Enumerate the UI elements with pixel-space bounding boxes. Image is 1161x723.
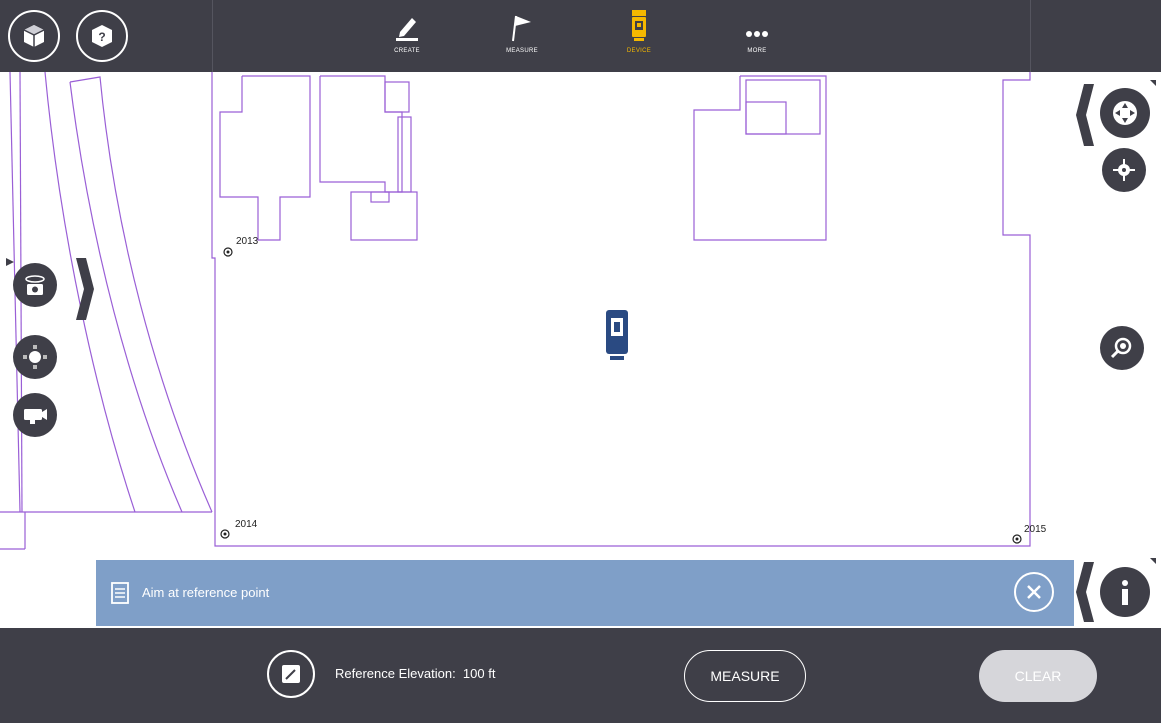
cube-view-icon [23, 25, 45, 47]
info-icon [1122, 580, 1128, 605]
help-button[interactable]: ? [76, 10, 128, 62]
pencil-icon [396, 18, 418, 41]
tool-more[interactable]: MORE [717, 6, 797, 66]
info-button[interactable] [1100, 567, 1150, 617]
toolbar-divider [1030, 0, 1031, 72]
tool-device[interactable]: DEVICE [599, 6, 679, 66]
target-icon [23, 345, 47, 369]
elevation-edit-icon [282, 665, 300, 683]
svg-text:?: ? [98, 30, 105, 44]
chevron-left-icon [1076, 84, 1094, 146]
video-camera-icon [24, 409, 47, 424]
chevron-right-icon [76, 258, 94, 320]
tool-measure[interactable]: MEASURE [482, 6, 562, 66]
tool-create-label: CREATE [394, 48, 420, 54]
more-dots-icon [746, 31, 768, 37]
right-panel-collapse[interactable] [1074, 80, 1096, 150]
measure-button[interactable]: MEASURE [684, 650, 806, 702]
info-corner-marker [1150, 558, 1156, 564]
instruction-banner: Aim at reference point [96, 560, 1074, 626]
top-toolbar: ? CREATE MEASURE DEVICE MORE [0, 0, 1161, 72]
center-icon [1113, 159, 1135, 181]
pan-corner-marker [1150, 80, 1156, 86]
camera-360-icon [25, 275, 45, 295]
toolbar-divider [212, 0, 213, 72]
target-button[interactable] [13, 335, 57, 379]
center-button[interactable] [1102, 148, 1146, 192]
close-icon [1027, 585, 1041, 599]
site-plan-linework [0, 72, 1031, 550]
bottom-action-bar: Reference Elevation: 100 ft MEASURE CLEA… [0, 628, 1161, 723]
info-panel-collapse[interactable] [1074, 558, 1096, 626]
tool-more-label: MORE [747, 48, 767, 54]
reference-elevation-label: Reference Elevation: 100 ft [335, 666, 496, 681]
point-label-2014: 2014 [235, 519, 258, 530]
cube-view-button[interactable] [8, 10, 60, 62]
instruction-text: Aim at reference point [142, 585, 270, 600]
document-icon [111, 582, 129, 604]
point-label-2015: 2015 [1024, 524, 1047, 535]
tool-create[interactable]: CREATE [367, 6, 447, 66]
close-banner-button[interactable] [1014, 572, 1054, 612]
instrument-marker [606, 310, 628, 360]
video-camera-button[interactable] [13, 393, 57, 437]
flag-icon [512, 15, 531, 42]
pan-button[interactable] [1100, 88, 1150, 138]
point-label-2013: 2013 [236, 236, 259, 247]
reference-elevation-button[interactable] [267, 650, 315, 698]
map-canvas[interactable]: 2013 2014 2015 [0, 72, 1161, 557]
tool-device-label: DEVICE [626, 48, 652, 54]
clear-button[interactable]: CLEAR [979, 650, 1097, 702]
total-station-icon [632, 10, 646, 41]
zoom-button[interactable] [1100, 326, 1144, 370]
left-panel-collapse[interactable] [74, 254, 96, 324]
help-icon: ? [92, 25, 112, 47]
pan-icon [1113, 101, 1137, 125]
survey-point-markers [220, 247, 1022, 544]
chevron-left-icon [1076, 562, 1094, 622]
zoom-icon [1110, 337, 1132, 359]
camera-360-button[interactable] [13, 263, 57, 307]
tool-measure-label: MEASURE [506, 48, 538, 54]
